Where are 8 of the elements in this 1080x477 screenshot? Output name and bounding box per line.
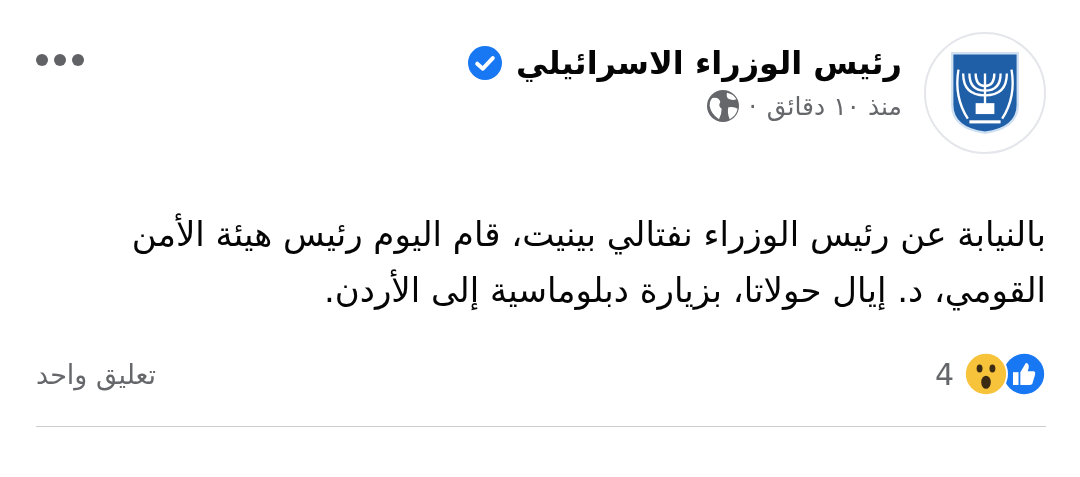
post-text: بالنيابة عن رئيس الوزراء نفتالي بينيت، قام اليوم رئيس هيئة الأمن القومي، د. إيال حولاتا، بزيارة دبلوماسية إلى الأردن.	[130, 212, 1046, 313]
separator: ·	[748, 91, 757, 121]
reaction-count[interactable]: 4	[934, 356, 954, 392]
post-time[interactable]: منذ ١٠ دقائق	[766, 91, 902, 121]
surprised-emoji-icon[interactable]	[964, 352, 1008, 396]
globe-icon[interactable]	[706, 90, 739, 122]
comment-count[interactable]: تعليق واحد	[36, 358, 157, 390]
author-name[interactable]: رئيس الوزراء الاسرائيلي	[516, 44, 902, 82]
